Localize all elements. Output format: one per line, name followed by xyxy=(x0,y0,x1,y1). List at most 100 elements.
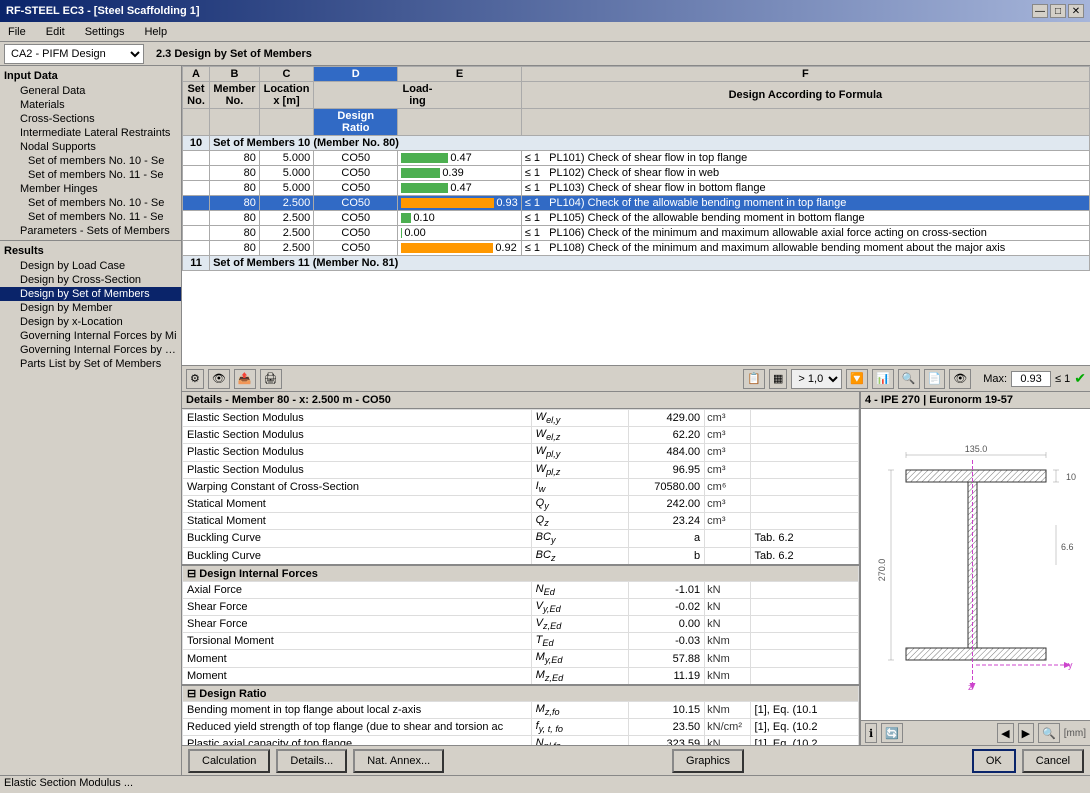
sidebar-item-set11-hinges[interactable]: Set of members No. 11 - Se xyxy=(0,210,181,224)
sidebar-item-general[interactable]: General Data xyxy=(0,84,181,98)
cell-loading: CO50 xyxy=(314,241,398,256)
toolbar-btn-1[interactable]: ⚙ xyxy=(186,369,204,389)
graphics-button[interactable]: Graphics xyxy=(672,749,744,773)
calculation-button[interactable]: Calculation xyxy=(188,749,270,773)
detail-row[interactable]: Statical Moment Qy 242.00 cm³ xyxy=(183,495,859,512)
sidebar-item-materials[interactable]: Materials xyxy=(0,98,181,112)
sidebar-item-design-cross[interactable]: Design by Cross-Section xyxy=(0,273,181,287)
toolbar-btn-7[interactable]: 📄 xyxy=(924,369,946,389)
sidebar-item-parts-list[interactable]: Parts List by Set of Members xyxy=(0,357,181,371)
detail-row[interactable]: Buckling Curve BCz b Tab. 6.2 xyxy=(183,547,859,565)
sidebar-item-set10-hinges[interactable]: Set of members No. 10 - Se xyxy=(0,196,181,210)
cell-location: 2.500 xyxy=(259,196,313,211)
detail-row[interactable]: Plastic Section Modulus Wpl,y 484.00 cm³ xyxy=(183,444,859,461)
toolbar-btn-6[interactable]: 🔍 xyxy=(898,369,920,389)
detail-unit: cm³ xyxy=(705,461,750,478)
toolbar-btn-2[interactable]: 👁 xyxy=(208,369,230,389)
sidebar-section-input: Input Data xyxy=(0,68,181,84)
cancel-button[interactable]: Cancel xyxy=(1022,749,1084,773)
detail-row[interactable]: Statical Moment Qz 23.24 cm³ xyxy=(183,513,859,530)
table-row[interactable]: 80 2.500 CO50 0.92 ≤ 1 PL108) Check of t… xyxy=(183,241,1090,256)
toolbar-btn-table[interactable]: ▦ xyxy=(769,369,787,389)
detail-value: 242.00 xyxy=(629,495,705,512)
cell-loading: CO50 xyxy=(314,226,398,241)
table-row[interactable]: 80 2.500 CO50 0.10 ≤ 1 PL105) Check of t… xyxy=(183,211,1090,226)
cell-member: 80 xyxy=(210,226,260,241)
sidebar-item-intermediate-lateral[interactable]: Intermediate Lateral Restraints xyxy=(0,126,181,140)
cs-forward-button[interactable]: ▶ xyxy=(1018,723,1034,743)
sidebar-item-set10-nodal[interactable]: Set of members No. 10 - Se xyxy=(0,154,181,168)
table-row[interactable]: 80 5.000 CO50 0.47 ≤ 1 PL101) Check of s… xyxy=(183,151,1090,166)
case-dropdown[interactable]: CA2 - PIFM Design xyxy=(4,44,144,64)
detail-row[interactable]: Plastic axial capacity of top flange Npl… xyxy=(183,736,859,745)
max-value: 0.93 xyxy=(1011,371,1051,387)
detail-unit xyxy=(705,530,750,547)
toolbar-btn-filter[interactable]: 🔽 xyxy=(846,369,868,389)
sidebar-item-design-loadcase[interactable]: Design by Load Case xyxy=(0,259,181,273)
detail-row[interactable]: Elastic Section Modulus Wel,y 429.00 cm³ xyxy=(183,410,859,427)
sidebar-item-governing-se[interactable]: Governing Internal Forces by Se xyxy=(0,343,181,357)
cell-set xyxy=(183,196,210,211)
close-button[interactable]: ✕ xyxy=(1068,4,1084,18)
detail-row[interactable]: Buckling Curve BCy a Tab. 6.2 xyxy=(183,530,859,547)
menu-file[interactable]: File xyxy=(4,25,30,39)
detail-formula: Npl,fo xyxy=(531,736,629,745)
detail-formula: Wpl,z xyxy=(531,461,629,478)
detail-row[interactable]: Moment My,Ed 57.88 kNm xyxy=(183,650,859,667)
detail-unit: cm³ xyxy=(705,495,750,512)
cs-recalc-button[interactable]: 🔄 xyxy=(881,723,903,743)
minimize-button[interactable]: — xyxy=(1032,4,1048,18)
sidebar-item-cross-sections[interactable]: Cross-Sections xyxy=(0,112,181,126)
table-row[interactable]: 80 2.500 CO50 0.00 ≤ 1 PL106) Check of t… xyxy=(183,226,1090,241)
cs-back-button[interactable]: ◀ xyxy=(997,723,1013,743)
table-row-selected[interactable]: 80 2.500 CO50 0.93 ≤ 1 PL104) Check of t… xyxy=(183,196,1090,211)
sidebar-item-design-set[interactable]: Design by Set of Members xyxy=(0,287,181,301)
sidebar-item-nodal-supports[interactable]: Nodal Supports xyxy=(0,140,181,154)
detail-row[interactable]: Bending moment in top flange about local… xyxy=(183,701,859,718)
sidebar-item-set11-nodal[interactable]: Set of members No. 11 - Se xyxy=(0,168,181,182)
sidebar-item-member-hinges[interactable]: Member Hinges xyxy=(0,182,181,196)
details-button[interactable]: Details... xyxy=(276,749,347,773)
maximize-button[interactable]: □ xyxy=(1050,4,1066,18)
set10-header-row[interactable]: 10 Set of Members 10 (Member No. 80) xyxy=(183,136,1090,151)
menu-edit[interactable]: Edit xyxy=(42,25,69,39)
detail-row[interactable]: Shear Force Vz,Ed 0.00 kN xyxy=(183,616,859,633)
detail-row[interactable]: Axial Force NEd -1.01 kN xyxy=(183,581,859,598)
toolbar-btn-3[interactable]: 📤 xyxy=(234,369,256,389)
detail-ref xyxy=(750,444,858,461)
detail-unit: kN xyxy=(705,598,750,615)
sidebar-item-governing-mi[interactable]: Governing Internal Forces by Mi xyxy=(0,329,181,343)
detail-formula: Qy xyxy=(531,495,629,512)
toolbar-btn-5[interactable]: 📊 xyxy=(872,369,894,389)
toolbar-btn-copy[interactable]: 📋 xyxy=(743,369,765,389)
set11-label: Set of Members 11 (Member No. 81) xyxy=(210,256,1090,271)
cell-set xyxy=(183,181,210,196)
table-row[interactable]: 80 5.000 CO50 0.47 ≤ 1 PL103) Check of s… xyxy=(183,181,1090,196)
filter-dropdown[interactable]: > 1,0 xyxy=(791,369,842,389)
detail-ref xyxy=(750,513,858,530)
detail-row[interactable]: Shear Force Vy,Ed -0.02 kN xyxy=(183,598,859,615)
detail-row[interactable]: Warping Constant of Cross-Section Iw 705… xyxy=(183,478,859,495)
sidebar-item-design-xlocation[interactable]: Design by x-Location xyxy=(0,315,181,329)
ok-button[interactable]: OK xyxy=(972,749,1016,773)
nat-annex-button[interactable]: Nat. Annex... xyxy=(353,749,444,773)
table-row[interactable]: 80 5.000 CO50 0.39 ≤ 1 PL102) Check of s… xyxy=(183,166,1090,181)
detail-row[interactable]: Elastic Section Modulus Wel,z 62.20 cm³ xyxy=(183,427,859,444)
window-controls[interactable]: — □ ✕ xyxy=(1032,4,1084,18)
sidebar-item-parameters[interactable]: Parameters - Sets of Members xyxy=(0,224,181,238)
detail-value: 57.88 xyxy=(629,650,705,667)
detail-row[interactable]: Reduced yield strength of top flange (du… xyxy=(183,719,859,736)
toolbar-btn-4[interactable]: 🖨 xyxy=(260,369,282,389)
cell-member: 80 xyxy=(210,181,260,196)
detail-row[interactable]: Moment Mz,Ed 11.19 kNm xyxy=(183,667,859,685)
sidebar-item-design-member[interactable]: Design by Member xyxy=(0,301,181,315)
detail-row[interactable]: Plastic Section Modulus Wpl,z 96.95 cm³ xyxy=(183,461,859,478)
cell-ratio-bar: 0.47 xyxy=(398,151,521,166)
set11-header-row[interactable]: 11 Set of Members 11 (Member No. 81) xyxy=(183,256,1090,271)
toolbar-btn-8[interactable]: 👁 xyxy=(949,369,971,389)
cs-zoom-button[interactable]: 🔍 xyxy=(1038,723,1060,743)
detail-row[interactable]: Torsional Moment TEd -0.03 kNm xyxy=(183,633,859,650)
menu-help[interactable]: Help xyxy=(140,25,171,39)
cs-info-button[interactable]: ℹ xyxy=(865,723,877,743)
menu-settings[interactable]: Settings xyxy=(81,25,129,39)
